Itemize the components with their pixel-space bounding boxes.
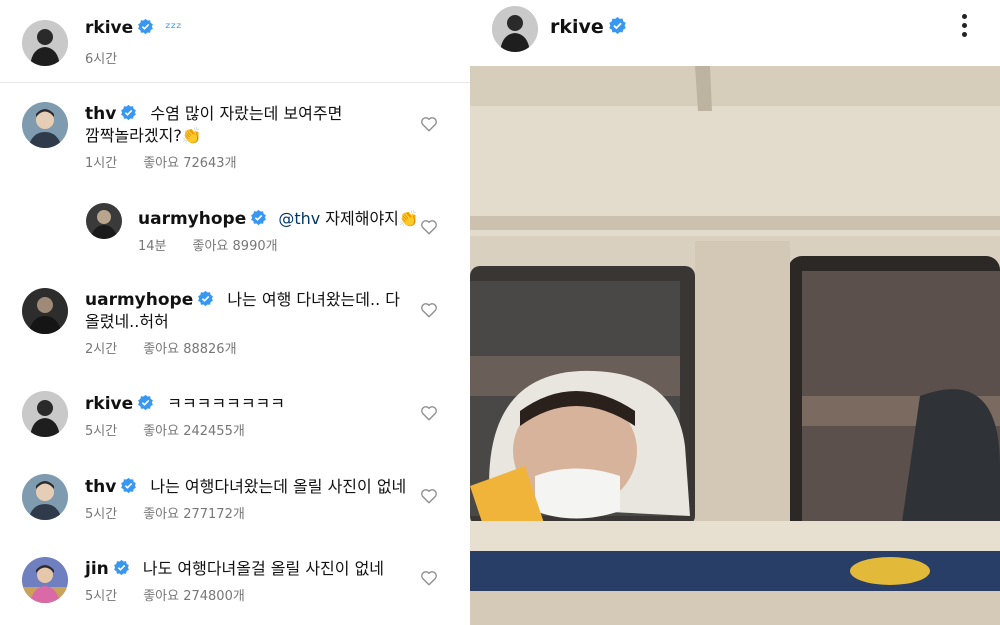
comment-text: 자제해야지👏 [320,209,419,228]
verified-badge-icon [113,559,130,576]
comment-likes: 좋아요 88826개 [143,342,237,357]
heart-outline-icon[interactable] [420,218,438,236]
comment-time: 5시간 [85,424,118,439]
comments-panel: rkive ᶻᶻᶻ 6시간 thv 수염 많이 자랐는데 보여주면 깜짝놀라겠지… [0,0,470,625]
mention-link[interactable]: @thv [278,209,320,228]
verified-badge-icon [120,477,137,494]
comment-username[interactable]: thv [85,477,116,497]
comment-time: 2시간 [85,342,118,357]
verified-badge-icon [120,104,137,121]
comment-time: 5시간 [85,507,118,522]
comment-meta: 5시간 좋아요 277172개 [85,503,271,522]
post-time: 6시간 [85,52,118,67]
comment-meta: 1시간 좋아요 72643개 [85,152,263,171]
comment-username[interactable]: uarmyhope [85,290,193,310]
heart-outline-icon[interactable] [420,301,438,319]
comment-text-continued: 올렸네..허허 [85,312,169,331]
comment-likes: 좋아요 242455개 [143,424,245,439]
comment-avatar-uarmyhope[interactable] [22,288,68,334]
reply-avatar-uarmyhope[interactable] [86,203,122,239]
comment-avatar-jin[interactable] [22,557,68,603]
verified-badge-icon [137,18,154,35]
divider [0,82,470,83]
heart-outline-icon[interactable] [420,404,438,422]
heart-outline-icon[interactable] [420,569,438,587]
comment-username[interactable]: thv [85,104,116,124]
post-author-avatar[interactable] [22,20,68,66]
comment-time: 14분 [138,239,167,254]
comment-text-continued: 깜짝놀라겠지?👏 [85,126,202,145]
heart-outline-icon[interactable] [420,487,438,505]
comment-text: ㅋㅋㅋㅋㅋㅋㅋㅋ [167,394,285,413]
verified-badge-icon [197,290,214,307]
comment-time: 1시간 [85,156,118,171]
header-username[interactable]: rkive [550,16,604,38]
comment-username[interactable]: jin [85,559,109,579]
verified-badge-icon [137,394,154,411]
post-caption: ᶻᶻᶻ [165,19,182,37]
verified-badge-icon [250,209,267,226]
comment-text: 나도 여행다녀올걸 올릴 사진이 없네 [142,559,385,578]
header-avatar[interactable] [492,6,538,52]
comment-likes: 좋아요 274800개 [143,589,245,604]
post-author-username[interactable]: rkive [85,18,133,38]
comment-avatar-rkive[interactable] [22,391,68,437]
comment-text: 나는 여행 다녀왔는데.. 다 [227,290,400,309]
comment-username[interactable]: uarmyhope [138,209,246,229]
comment-likes: 좋아요 8990개 [192,239,278,254]
comment-time: 5시간 [85,589,118,604]
comment-meta: 5시간 좋아요 242455개 [85,420,271,439]
comment-meta: 14분 좋아요 8990개 [138,235,304,254]
comment-likes: 좋아요 72643개 [143,156,237,171]
verified-badge-icon [608,16,627,35]
comment-avatar-thv[interactable] [22,102,68,148]
comment-meta: 5시간 좋아요 274800개 [85,585,271,604]
comment-likes: 좋아요 277172개 [143,507,245,522]
comment-text: 수염 많이 자랐는데 보여주면 [150,104,343,123]
comment-username[interactable]: rkive [85,394,133,414]
post-panel: rkive [470,0,1000,625]
comment-text: 나는 여행다녀왔는데 올릴 사진이 없네 [150,477,407,496]
comment-meta: 2시간 좋아요 88826개 [85,338,263,357]
more-vertical-icon[interactable] [962,14,968,40]
post-photo [470,66,1000,625]
comment-avatar-thv[interactable] [22,474,68,520]
heart-outline-icon[interactable] [420,115,438,133]
